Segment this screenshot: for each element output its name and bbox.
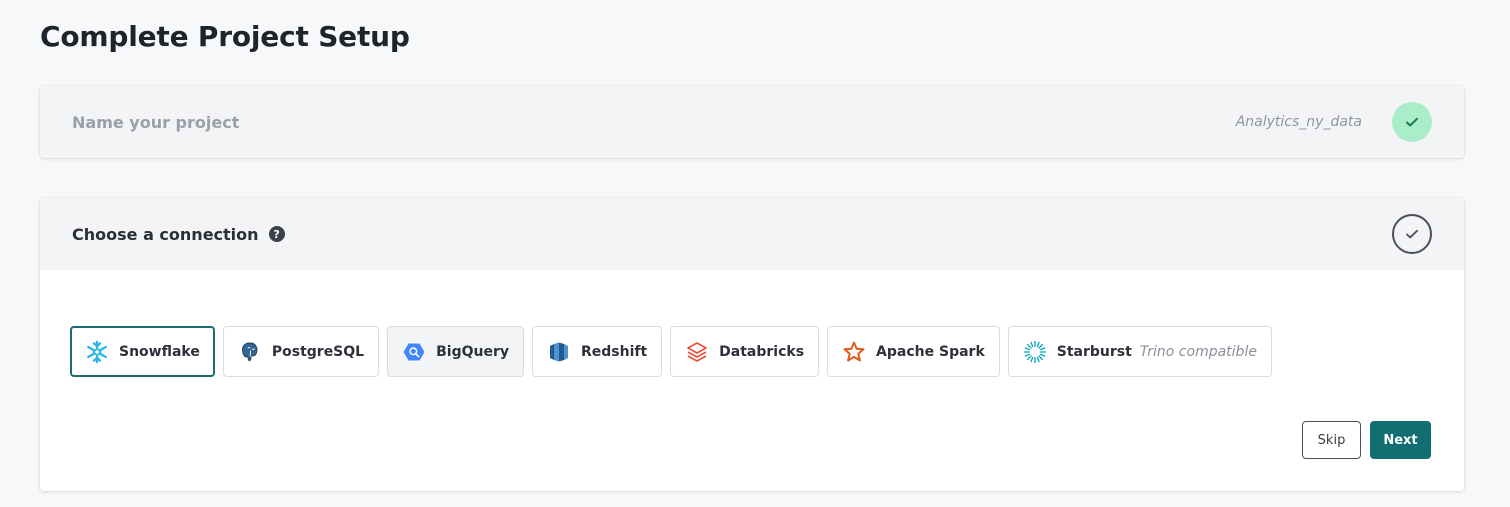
connection-bigquery[interactable]: BigQuery (387, 326, 524, 377)
step-name-project[interactable]: Name your project Analytics_ny_data (40, 86, 1464, 158)
connection-label: Redshift (580, 343, 648, 360)
step-title: Name your project (72, 112, 240, 132)
connection-redshift[interactable]: Redshift (531, 326, 663, 377)
connection-databricks[interactable]: Databricks (670, 326, 820, 377)
databricks-icon (685, 340, 709, 364)
next-button[interactable]: Next (1370, 421, 1431, 459)
step-title: Choose a connection (72, 224, 259, 244)
snowflake-icon (85, 340, 109, 364)
step-choose-connection-header[interactable]: Choose a connection ? (40, 198, 1464, 270)
connection-label: PostgreSQL (271, 343, 365, 360)
step-actions: Skip Next (1302, 421, 1431, 459)
connection-starburst[interactable]: Starburst Trino compatible (1007, 326, 1272, 377)
connection-apache-spark[interactable]: Apache Spark (827, 326, 1000, 377)
skip-button[interactable]: Skip (1302, 421, 1361, 459)
connection-options: Snowflake PostgreSQL BigQuery Redshift D… (70, 326, 1272, 377)
postgresql-icon (238, 340, 262, 364)
redshift-icon (547, 340, 571, 364)
connection-sublabel: Trino compatible (1139, 343, 1257, 360)
step-complete-check-icon (1392, 102, 1432, 142)
project-name-value: Analytics_ny_data (1235, 114, 1362, 130)
connection-label: Snowflake (119, 343, 200, 360)
step-pending-check-icon (1392, 214, 1432, 254)
starburst-icon (1023, 340, 1047, 364)
step-choose-connection: Choose a connection ? Snowflake PostgreS… (40, 198, 1464, 491)
help-icon[interactable]: ? (268, 226, 285, 242)
page-title: Complete Project Setup (40, 20, 410, 53)
step-name-project-header[interactable]: Name your project Analytics_ny_data (40, 86, 1464, 158)
connection-label: Apache Spark (876, 343, 985, 360)
connection-postgresql[interactable]: PostgreSQL (222, 326, 380, 377)
bigquery-icon (402, 340, 426, 364)
connection-snowflake[interactable]: Snowflake (70, 326, 215, 377)
connection-label: BigQuery (436, 343, 509, 360)
connection-label: Starburst (1056, 343, 1132, 360)
apache-spark-icon (842, 340, 866, 364)
connection-label: Databricks (719, 343, 805, 360)
